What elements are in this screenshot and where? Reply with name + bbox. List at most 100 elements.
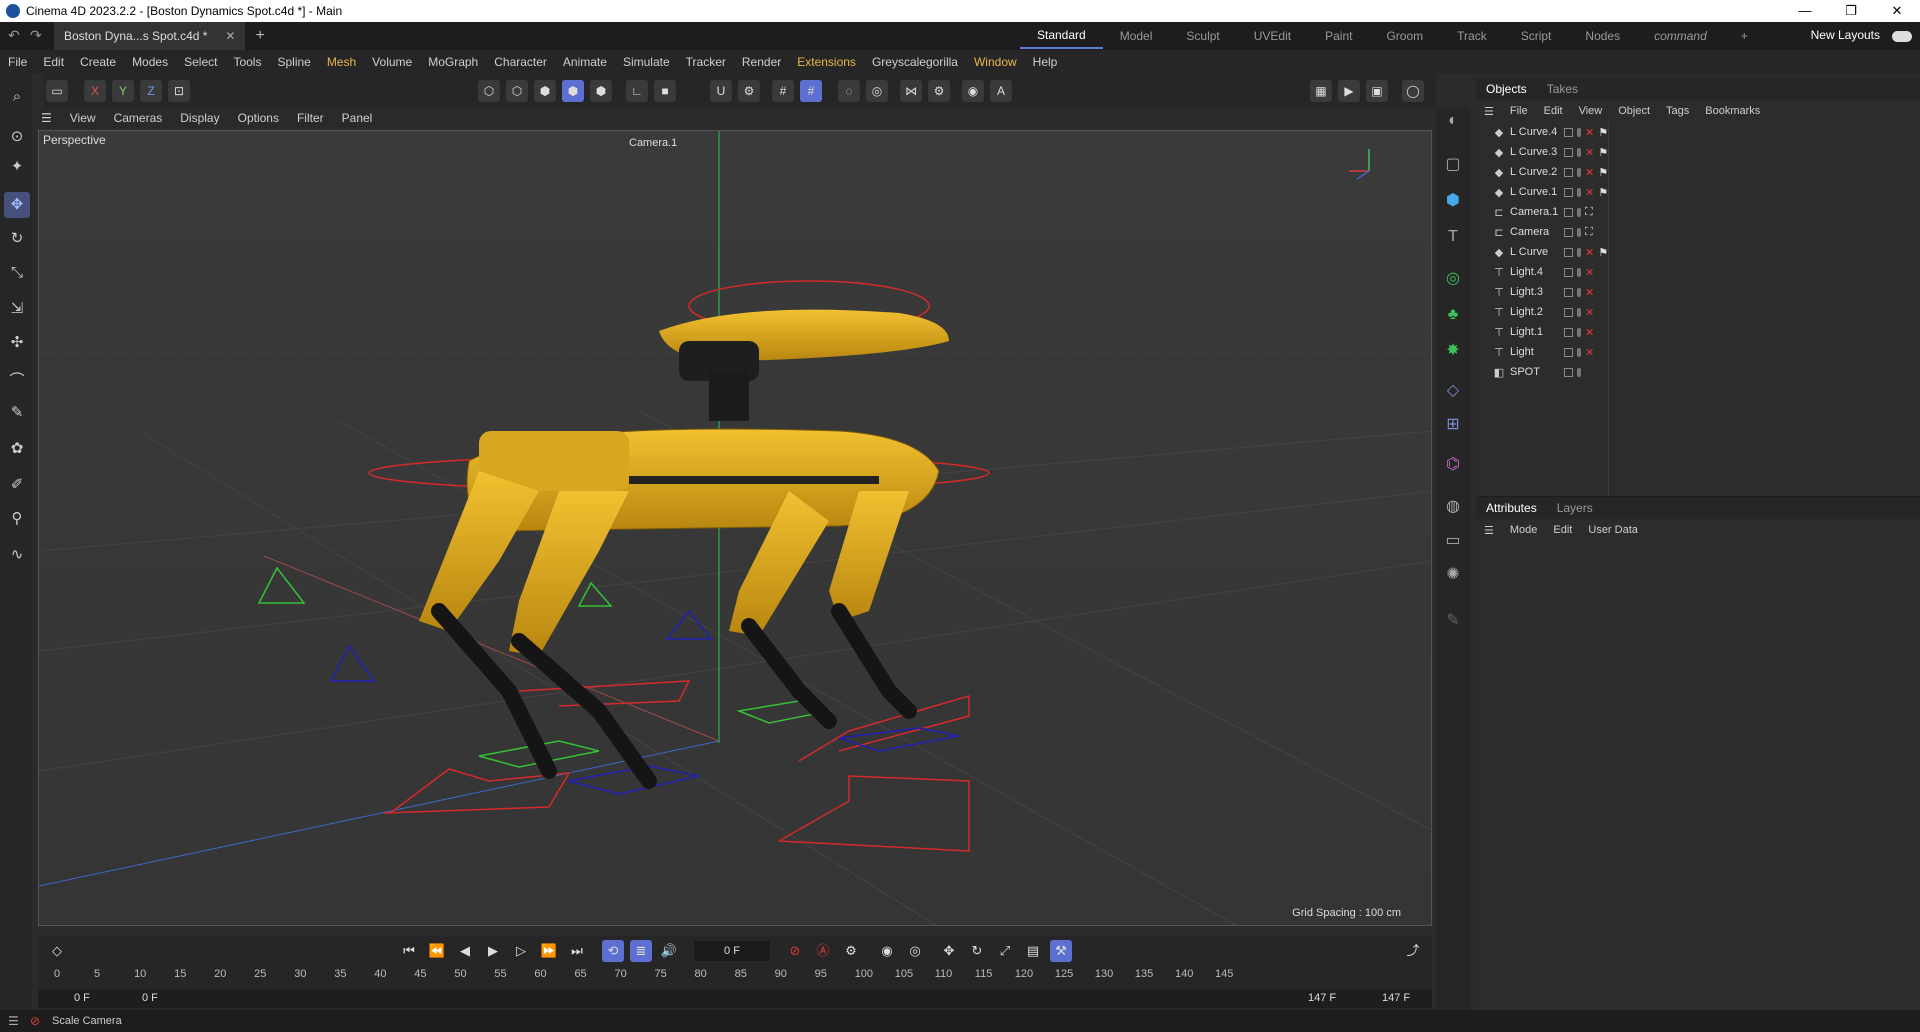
object-row[interactable]: ◆ L Curve.4 ✕ ⚑ [1476,122,1920,142]
cloner-icon[interactable]: ◎ [1440,266,1466,292]
autokey-icon[interactable]: Ⓐ [812,940,834,962]
paint-tool-icon[interactable]: ✿ [4,436,30,462]
new-tab-icon[interactable]: + [255,27,264,45]
tab-layers[interactable]: Layers [1547,501,1603,515]
scale-key-icon[interactable]: ⤢ [994,940,1016,962]
layer-checkbox-icon[interactable] [1564,347,1573,357]
attributes-menu-mode[interactable]: Mode [1502,524,1546,536]
layout-script[interactable]: Script [1504,29,1569,43]
visibility-dots-icon[interactable] [1577,247,1581,257]
loop-icon[interactable]: ⟲ [602,940,624,962]
render-view-icon[interactable]: ▦ [1310,80,1332,102]
play-icon[interactable]: ▶ [482,940,504,962]
auto-icon[interactable]: A [990,80,1012,102]
menu-mesh[interactable]: Mesh [319,55,364,69]
visibility-dots-icon[interactable] [1577,127,1581,137]
render-settings-icon[interactable]: ▣ [1366,80,1388,102]
menu-extensions[interactable]: Extensions [789,55,864,69]
camera-object-icon[interactable]: ▭ [1440,528,1466,554]
objects-menu-bookmarks[interactable]: Bookmarks [1697,105,1768,117]
menu-tracker[interactable]: Tracker [678,55,734,69]
field-icon[interactable]: ⊞ [1440,412,1466,438]
keyframe-diamond-icon[interactable]: ◇ [46,940,68,962]
symmetry-icon[interactable]: ⋈ [900,80,922,102]
layer-checkbox-icon[interactable] [1564,227,1573,237]
points-mode-icon[interactable]: ⬡ [478,80,500,102]
undo-icon[interactable]: ↶ [8,27,20,44]
layer-checkbox-icon[interactable] [1564,207,1573,217]
range-end-field[interactable]: 147 F [1308,992,1336,1004]
light-object-icon[interactable]: ✺ [1440,562,1466,588]
go-to-start-icon[interactable]: ⏮ [398,940,420,962]
menu-help[interactable]: Help [1025,55,1066,69]
next-frame-icon[interactable]: ▷ [510,940,532,962]
record-icon[interactable]: ⊘ [784,940,806,962]
viewport-solo-icon[interactable]: ◉ [962,80,984,102]
menu-edit[interactable]: Edit [35,55,72,69]
viewport-hamburger-icon[interactable]: ☰ [32,111,61,125]
visibility-dots-icon[interactable] [1577,347,1581,357]
status-menu-icon[interactable]: ☰ [8,1014,19,1028]
position-key-icon[interactable]: ✥ [938,940,960,962]
layer-checkbox-icon[interactable] [1564,367,1573,377]
effector-icon[interactable]: ✸ [1440,338,1466,364]
key-mode-icon[interactable]: ◎ [904,940,926,962]
axis-mode-icon[interactable]: ∟ [626,80,648,102]
spline-tag-icon[interactable]: ⚑ [1598,246,1608,259]
snap-enable-icon[interactable]: # [800,80,822,102]
objects-menu-tags[interactable]: Tags [1658,105,1697,117]
previous-frame-icon[interactable]: ◀ [454,940,476,962]
objects-hamburger-icon[interactable]: ☰ [1476,105,1502,118]
edges-mode-icon[interactable]: ⬡ [506,80,528,102]
object-row[interactable]: ◆ L Curve ✕ ⚑ [1476,242,1920,262]
visibility-dots-icon[interactable] [1577,187,1581,197]
symmetry-settings-icon[interactable]: ⚙ [928,80,950,102]
timeline-graph-icon[interactable]: ⤴ [1402,940,1424,962]
layer-checkbox-icon[interactable] [1564,287,1573,297]
menu-greyscalegorilla[interactable]: Greyscalegorilla [864,55,966,69]
layout-sculpt[interactable]: Sculpt [1169,29,1236,43]
viewport-menu-options[interactable]: Options [229,111,288,125]
live-selection-icon[interactable]: ✦ [4,154,30,180]
layer-checkbox-icon[interactable] [1564,247,1573,257]
objects-menu-view[interactable]: View [1571,105,1611,117]
disabled-x-icon[interactable]: ✕ [1585,266,1594,279]
objects-menu-file[interactable]: File [1502,105,1536,117]
menu-spline[interactable]: Spline [269,55,318,69]
texture-mode-icon[interactable]: ⬢ [590,80,612,102]
quantize-icon[interactable]: ◎ [866,80,888,102]
object-row[interactable]: ⊤ Light ✕ [1476,342,1920,362]
text-icon[interactable]: T [1440,224,1466,250]
rotate-tool-icon[interactable]: ↻ [4,226,30,252]
viewport-menu-display[interactable]: Display [171,111,228,125]
target-tag-icon[interactable]: ⛶ [1585,226,1593,239]
disabled-x-icon[interactable]: ✕ [1585,286,1594,299]
grid-snap-icon[interactable]: # [772,80,794,102]
disabled-x-icon[interactable]: ✕ [1585,246,1594,259]
frame-ruler[interactable]: 0 5 10 15 20 25 30 35 40 45 50 55 60 65 70 75 80 85 90 95 10… [48,968,1418,986]
spline-tool-icon[interactable]: ⌬ [1440,452,1466,478]
attributes-hamburger-icon[interactable]: ☰ [1476,524,1502,537]
keyframe-settings-icon[interactable]: ⚙ [840,940,862,962]
object-row[interactable]: ⊏ Camera ⛶ [1476,222,1920,242]
settings-gear-icon[interactable]: ⚙ [738,80,760,102]
target-tag-icon[interactable]: ⛶ [1585,206,1593,219]
current-frame-field[interactable]: 0 F [694,941,770,961]
spline-pen-icon[interactable]: ⌒ [4,368,30,394]
sound-icon[interactable]: 🔊 [658,940,680,962]
world-coords-icon[interactable]: ⊡ [168,80,190,102]
disabled-x-icon[interactable]: ✕ [1585,326,1594,339]
select-tool-icon[interactable]: ⊙ [4,124,30,150]
layout-standard[interactable]: Standard [1020,23,1103,49]
menu-simulate[interactable]: Simulate [615,55,678,69]
spline-tag-icon[interactable]: ⚑ [1598,126,1608,139]
document-tab[interactable]: Boston Dyna...s Spot.c4d * ✕ [54,22,246,50]
layer-checkbox-icon[interactable] [1564,267,1573,277]
object-row[interactable]: ⊤ Light.3 ✕ [1476,282,1920,302]
previous-key-icon[interactable]: ⏪ [426,940,448,962]
layer-checkbox-icon[interactable] [1564,167,1573,177]
deformer-icon[interactable]: ◇ [1440,378,1466,404]
rotation-key-icon[interactable]: ↻ [966,940,988,962]
menu-create[interactable]: Create [72,55,124,69]
render-picture-viewer-icon[interactable]: ▶ [1338,80,1360,102]
